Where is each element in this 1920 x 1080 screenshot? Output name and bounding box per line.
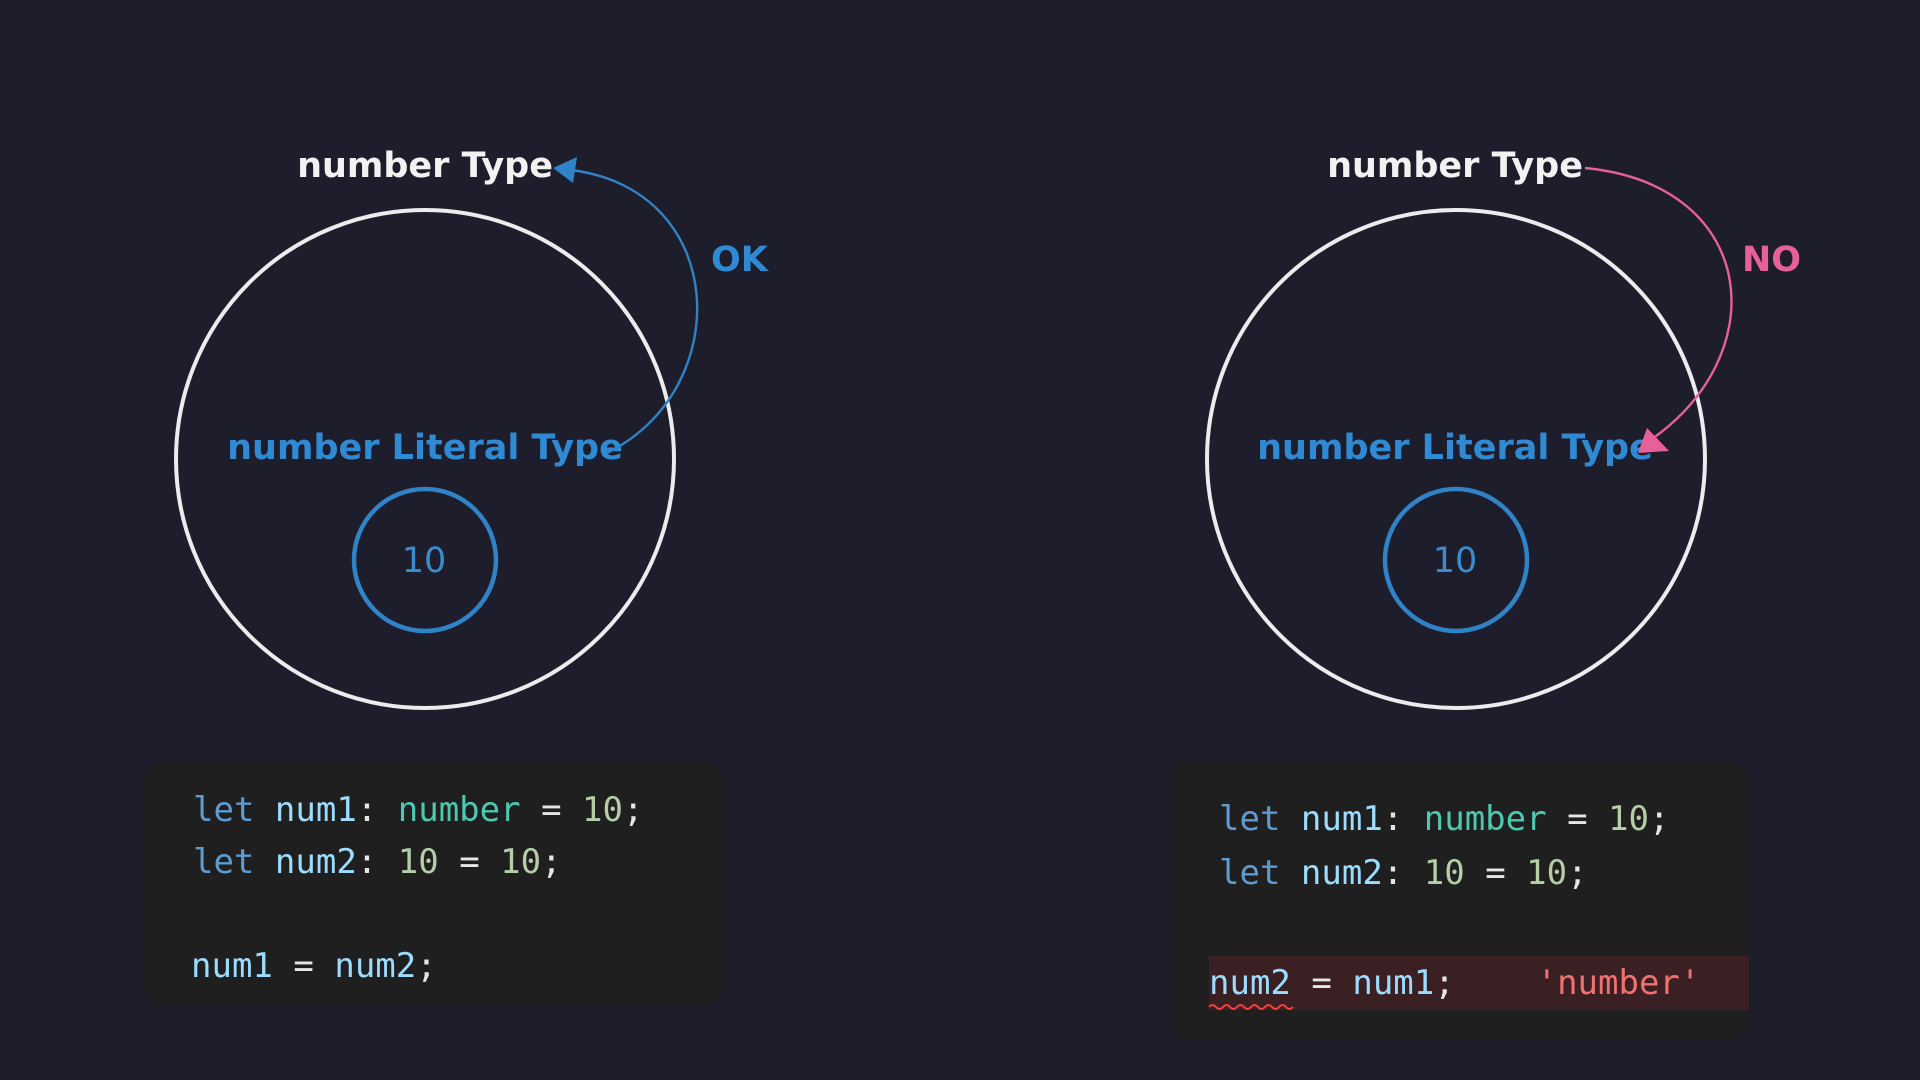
- number-value: 10: [1608, 799, 1649, 839]
- literal-type-annotation: 10: [397, 842, 439, 882]
- colon: :: [356, 842, 378, 882]
- variable-name: num2: [1300, 853, 1383, 893]
- diagram-canvas: number Type number Literal Type 10 OK le…: [0, 0, 1920, 1080]
- equals: =: [1567, 799, 1588, 839]
- code-line-2: let num2: 10 = 10;: [1219, 851, 1588, 895]
- semicolon: ;: [541, 842, 562, 882]
- equals: =: [459, 842, 480, 882]
- right-code-block: let num1: number = 10; let num2: 10 = 10…: [1169, 762, 1749, 1040]
- keyword-let: let: [193, 842, 255, 882]
- semicolon: ;: [416, 946, 437, 986]
- no-arrow: [1584, 166, 1733, 447]
- equals: =: [293, 946, 314, 986]
- error-hint: 'number': [1536, 963, 1701, 1003]
- error-highlight: num2 = num1; 'number': [1208, 956, 1749, 1010]
- literal-value-label: 10: [1433, 541, 1478, 581]
- right-diagram: number Type number Literal Type 10 NO: [1205, 146, 1801, 710]
- number-literal-type-label: number Literal Type: [1257, 428, 1653, 468]
- variable-name: num1: [274, 790, 357, 830]
- error-squiggle: [1208, 1004, 1294, 1010]
- equals: =: [1485, 853, 1506, 893]
- number-type-label: number Type: [1327, 146, 1583, 186]
- ok-arrow-head: [553, 157, 577, 183]
- colon: :: [1382, 799, 1404, 839]
- type-annotation: number: [1423, 799, 1547, 839]
- equals: =: [541, 790, 562, 830]
- code-line-2: let num2: 10 = 10;: [193, 840, 562, 884]
- number-literal-type-label: number Literal Type: [227, 428, 623, 468]
- code-line-1: let num1: number = 10;: [193, 788, 643, 832]
- number-value: 10: [500, 842, 542, 882]
- variable-name: num2: [274, 842, 357, 882]
- colon: :: [1382, 853, 1404, 893]
- assignment-source: num1: [1352, 963, 1435, 1003]
- left-diagram: number Type number Literal Type 10 OK: [174, 146, 770, 710]
- no-label: NO: [1742, 240, 1801, 280]
- number-value: 10: [582, 790, 623, 830]
- literal-value-label: 10: [402, 541, 447, 581]
- colon: :: [356, 790, 378, 830]
- left-panel: number Type number Literal Type 10 OK le…: [0, 0, 960, 1080]
- number-type-label: number Type: [297, 146, 553, 186]
- variable-name: num1: [1300, 799, 1383, 839]
- left-code-block: let num1: number = 10; let num2: 10 = 10…: [143, 762, 723, 1006]
- assignment-source: num2: [334, 946, 417, 986]
- semicolon: ;: [1649, 799, 1670, 839]
- keyword-let: let: [193, 790, 255, 830]
- code-line-1: let num1: number = 10;: [1219, 797, 1669, 841]
- assignment-line: num2 = num1; 'number': [1208, 961, 1701, 1010]
- equals: =: [1311, 963, 1332, 1003]
- ok-label: OK: [711, 240, 770, 280]
- error-target-wrapper: num2: [1208, 963, 1294, 1010]
- right-panel: number Type number Literal Type 10 NO le…: [1031, 0, 1920, 1080]
- semicolon: ;: [1567, 853, 1588, 893]
- assignment-target: num1: [191, 946, 273, 986]
- keyword-let: let: [1219, 799, 1281, 839]
- number-value: 10: [1526, 853, 1568, 893]
- assignment-target: num2: [1209, 963, 1291, 1003]
- literal-type-annotation: 10: [1423, 853, 1465, 893]
- semicolon: ;: [623, 790, 644, 830]
- semicolon: ;: [1434, 963, 1455, 1003]
- type-annotation: number: [397, 790, 521, 830]
- ok-arrow: [570, 168, 699, 455]
- assignment-line: num1 = num2;: [191, 944, 437, 988]
- keyword-let: let: [1219, 853, 1281, 893]
